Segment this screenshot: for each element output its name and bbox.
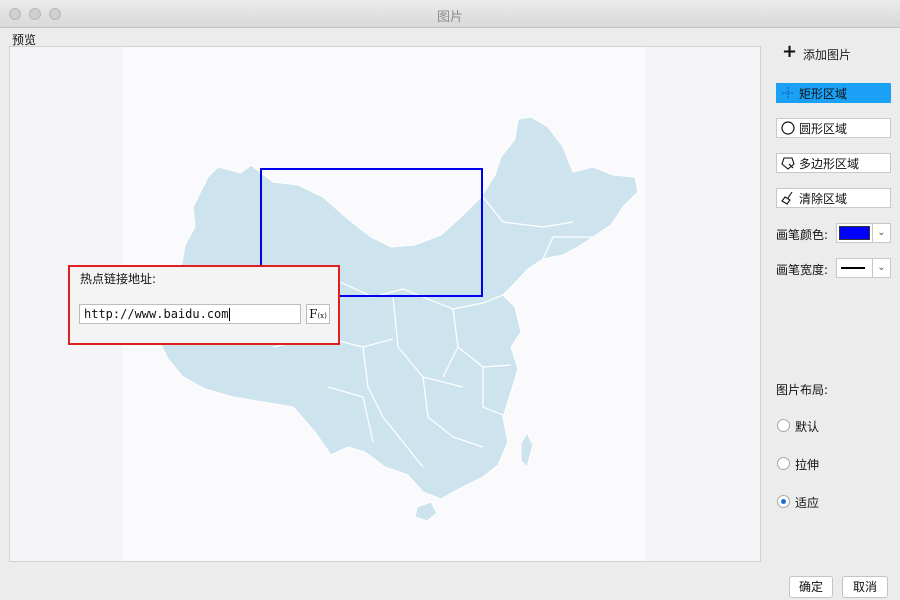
- image-layout-label: 图片布局:: [776, 383, 829, 397]
- taiwan-island: [520, 431, 534, 468]
- ok-button[interactable]: 确定: [789, 576, 833, 598]
- text-cursor: [228, 308, 230, 321]
- hotspot-link-panel: 热点链接地址: http://www.baidu.com F(x): [68, 265, 340, 345]
- rectangle-select-icon: [782, 87, 794, 99]
- chevron-down-icon: ⌄: [872, 259, 890, 277]
- polygon-region-label: 多边形区域: [799, 157, 860, 171]
- pen-color-swatch: [839, 226, 870, 240]
- window-title: 图片: [436, 10, 463, 25]
- circle-region-tool[interactable]: 圆形区域: [776, 118, 891, 138]
- layout-option-default-label: 默认: [795, 420, 820, 434]
- hotspot-url-input[interactable]: http://www.baidu.com: [79, 304, 301, 324]
- pen-color-label: 画笔颜色:: [776, 228, 829, 242]
- pen-color-select[interactable]: ⌄: [836, 223, 891, 243]
- broom-icon: [781, 191, 793, 205]
- chevron-down-icon: ⌄: [872, 224, 890, 242]
- circle-region-label: 圆形区域: [799, 122, 848, 136]
- clear-region-tool[interactable]: 清除区域: [776, 188, 891, 208]
- formula-icon-x: (x): [317, 312, 327, 320]
- layout-option-stretch-label: 拉伸: [795, 458, 820, 472]
- layout-option-fit-label: 适应: [795, 496, 820, 510]
- hainan-island: [414, 501, 438, 522]
- pen-width-select[interactable]: ⌄: [836, 258, 891, 278]
- pen-width-label: 画笔宽度:: [776, 263, 829, 277]
- radio-stretch[interactable]: [777, 457, 790, 470]
- add-image-button[interactable]: + 添加图片: [777, 41, 855, 64]
- title-bar: 图片: [0, 0, 900, 28]
- cancel-button[interactable]: 取消: [842, 576, 888, 598]
- add-image-label: 添加图片: [803, 48, 852, 62]
- image-dialog-window: 图片 预览 热点链接地址: http://www.baidu.com F(x) …: [0, 0, 900, 600]
- radio-default[interactable]: [777, 419, 790, 432]
- hotspot-url-value: http://www.baidu.com: [84, 307, 229, 321]
- circle-select-icon: [781, 121, 795, 135]
- rectangle-region-tool[interactable]: 矩形区域: [776, 83, 891, 103]
- polygon-region-tool[interactable]: 多边形区域: [776, 153, 891, 173]
- formula-button[interactable]: F(x): [306, 304, 330, 324]
- hotspot-link-label: 热点链接地址:: [80, 272, 157, 286]
- polygon-select-icon: [781, 157, 795, 170]
- rectangle-region-label: 矩形区域: [799, 87, 848, 101]
- pen-width-line-icon: [841, 267, 865, 269]
- plus-icon: +: [782, 41, 798, 62]
- clear-region-label: 清除区域: [799, 192, 848, 206]
- radio-fit[interactable]: [777, 495, 790, 508]
